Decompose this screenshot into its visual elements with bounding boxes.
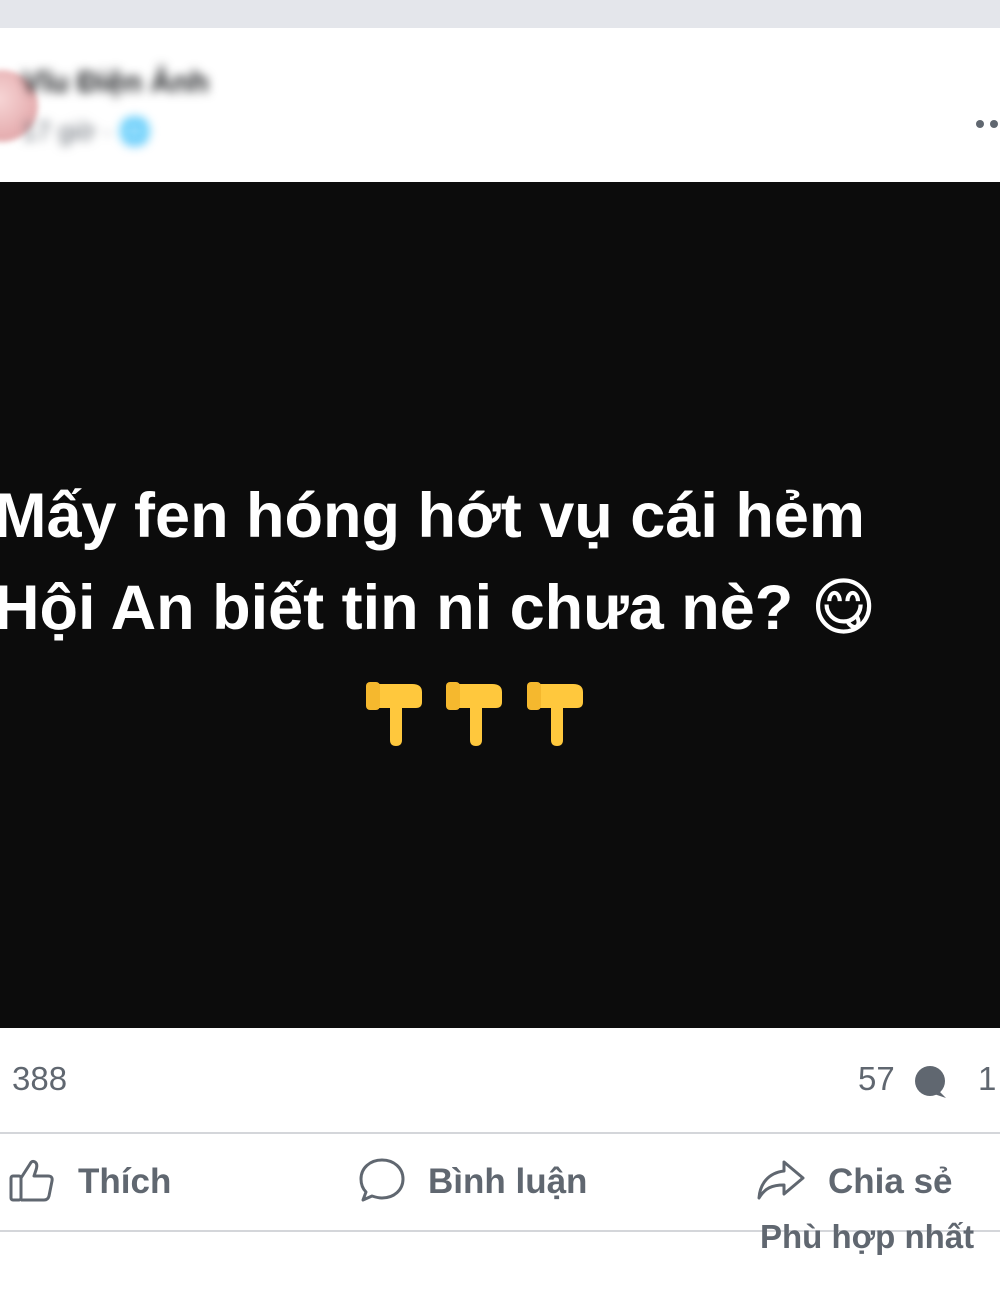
post-card: Vĩu Điện Ảnh 17 giờ · 🌐 Mấy fen hóng hớt…	[0, 28, 1000, 1300]
comment-count[interactable]: 57	[858, 1060, 895, 1098]
reaction-count[interactable]: 388	[12, 1060, 67, 1098]
thumbs-up-icon	[8, 1156, 56, 1209]
post-header: Vĩu Điện Ảnh 17 giờ · 🌐	[0, 28, 1000, 182]
post-caption: Mấy fen hóng hớt vụ cái hẻm Hội An biết …	[0, 470, 1000, 654]
comment-sort-dropdown[interactable]: Phù hợp nhất	[760, 1218, 974, 1256]
post-meta[interactable]: 17 giờ · 🌐	[22, 116, 151, 147]
comment-bubble-icon	[358, 1156, 406, 1209]
pointing-down-hand-icon	[440, 682, 510, 746]
pointing-down-hand-icon	[521, 682, 591, 746]
share-count[interactable]: 1	[978, 1060, 996, 1098]
comment-button[interactable]: Bình luận	[358, 1158, 587, 1206]
comment-label: Bình luận	[428, 1162, 588, 1201]
action-bar: Thích Bình luận Chia sẻ	[0, 1134, 1000, 1230]
share-arrow-icon	[756, 1156, 806, 1209]
author-name[interactable]: Vĩu Điện Ảnh	[22, 66, 209, 100]
caption-line: Mấy fen hóng hớt vụ cái hẻm	[0, 481, 865, 551]
like-label: Thích	[78, 1162, 172, 1201]
post-stats: 388 57 1	[0, 1028, 1000, 1132]
more-options-icon[interactable]	[976, 120, 1000, 132]
like-button[interactable]: Thích	[8, 1158, 171, 1206]
share-button[interactable]: Chia sẻ	[756, 1158, 953, 1206]
share-label: Chia sẻ	[828, 1162, 953, 1201]
top-strip	[0, 0, 1000, 28]
post-image[interactable]: Mấy fen hóng hớt vụ cái hẻm Hội An biết …	[0, 182, 1000, 1028]
caption-line: Hội An biết tin ni chưa nè? 😋	[0, 573, 877, 643]
comment-count-icon	[912, 1064, 948, 1100]
pointing-down-hand-icon	[360, 682, 430, 746]
emoji-row	[360, 682, 600, 746]
